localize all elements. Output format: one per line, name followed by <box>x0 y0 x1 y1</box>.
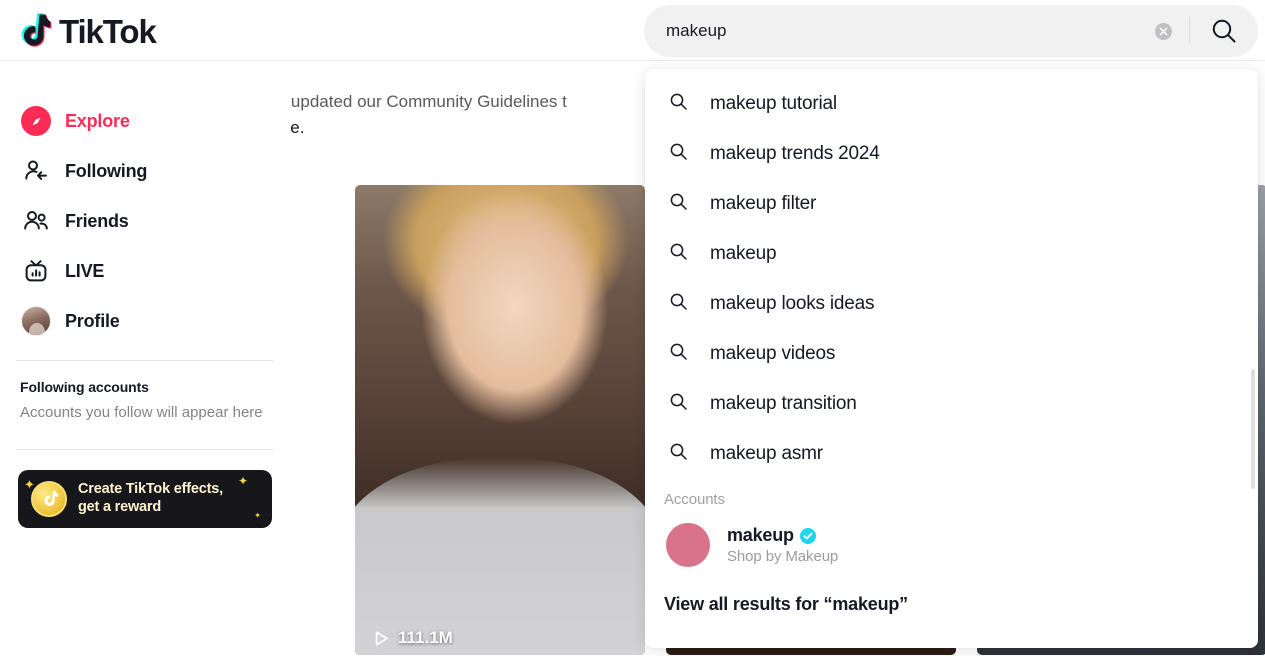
search-bar[interactable] <box>644 5 1258 57</box>
view-count-label: 111.1M <box>398 628 453 647</box>
suggestion-row[interactable]: makeup trends 2024 <box>645 129 1258 179</box>
account-name: makeup <box>727 525 794 545</box>
search-icon <box>669 92 688 116</box>
suggestion-text: makeup trends 2024 <box>710 143 880 164</box>
sidebar-item-profile[interactable]: Profile <box>16 296 274 346</box>
sidebar-item-explore[interactable]: Explore <box>16 96 274 146</box>
suggestion-row[interactable]: makeup asmr <box>645 429 1258 479</box>
sparkle-icon: ✦ <box>24 476 35 492</box>
sidebar-item-following[interactable]: Following <box>16 146 274 196</box>
suggestion-text: makeup transition <box>710 393 857 414</box>
suggestion-row[interactable]: makeup videos <box>645 329 1258 379</box>
verified-badge-icon <box>799 527 816 544</box>
sidebar-label-following: Following <box>65 160 148 181</box>
video-card[interactable]: 111.1M <box>355 185 645 656</box>
following-accounts-title: Following accounts <box>20 379 149 395</box>
search-icon <box>669 392 688 416</box>
live-tv-icon <box>20 255 52 287</box>
suggestion-text: makeup tutorial <box>710 93 837 114</box>
video-thumbnail[interactable] <box>355 185 645 655</box>
suggestion-text: makeup videos <box>710 343 836 364</box>
following-accounts-section: Following accounts Accounts you follow w… <box>16 361 274 423</box>
sidebar-label-explore: Explore <box>65 110 130 131</box>
banner-line-1: We updated our Community Guidelines t <box>261 92 567 111</box>
tiktok-page: TikTok makeup Explore Following Friends … <box>0 0 1265 656</box>
suggestion-text: makeup filter <box>710 193 817 214</box>
search-icon <box>669 342 688 366</box>
promo-line-1: Create TikTok effects, <box>78 481 223 498</box>
suggestion-row[interactable]: makeup <box>645 229 1258 279</box>
search-icon <box>669 242 688 266</box>
account-suggestion-row[interactable]: makeup Shop by Makeup <box>645 514 1258 576</box>
two-people-icon <box>20 205 52 237</box>
search-input[interactable] <box>644 5 1155 57</box>
suggestion-row[interactable]: makeup filter <box>645 179 1258 229</box>
sidebar-item-live[interactable]: LIVE <box>16 246 274 296</box>
suggestion-row[interactable]: makeup transition <box>645 379 1258 429</box>
sidebar-divider-2 <box>16 448 274 450</box>
sparkle-icon: ✦ <box>237 473 248 488</box>
compass-icon <box>20 105 52 137</box>
play-triangle-icon <box>375 630 388 646</box>
clear-search-icon[interactable] <box>1155 22 1172 40</box>
search-icon <box>669 292 688 316</box>
view-all-results-link[interactable]: View all results for “makeup” <box>645 576 1258 615</box>
search-icon <box>669 442 688 466</box>
account-subtitle: Shop by Makeup <box>727 548 839 565</box>
tiktok-coin-icon <box>31 480 67 517</box>
search-icon <box>669 142 688 166</box>
sparkle-icon: ✦ <box>254 510 261 520</box>
tiktok-note-icon <box>14 10 56 52</box>
suggestion-row[interactable]: makeup tutorial <box>645 79 1258 129</box>
search-suggestions-dropdown: makeup tutorial makeup trends 2024 makeup … <box>645 69 1258 648</box>
left-sidebar: Explore Following Friends LIVE Profile F… <box>0 61 290 656</box>
suggestion-list: makeup tutorial makeup trends 2024 makeup … <box>645 79 1258 479</box>
search-submit-button[interactable] <box>1190 5 1258 57</box>
profile-avatar-icon <box>20 305 52 337</box>
tiktok-logo[interactable]: TikTok <box>14 9 157 53</box>
suggestion-text: makeup asmr <box>710 443 823 464</box>
account-info: makeup Shop by Makeup <box>727 525 838 565</box>
sidebar-label-profile: Profile <box>65 310 120 331</box>
top-header: TikTok <box>0 0 1265 61</box>
account-avatar <box>666 523 710 567</box>
sidebar-item-friends[interactable]: Friends <box>16 196 274 246</box>
accounts-section-label: Accounts <box>664 491 725 508</box>
account-name-line: makeup <box>727 525 838 546</box>
create-effects-promo-card[interactable]: ✦ ✦ ✦ Create TikTok effects, get a rewar… <box>18 469 272 528</box>
tiktok-wordmark: TikTok <box>59 12 157 50</box>
suggestion-text: makeup looks ideas <box>710 293 875 314</box>
dropdown-scrollbar[interactable] <box>1251 369 1255 489</box>
search-icon <box>669 192 688 216</box>
promo-text: Create TikTok effects, get a reward <box>78 481 223 516</box>
suggestion-text: makeup <box>710 243 777 264</box>
person-arrow-icon <box>20 155 52 187</box>
following-accounts-empty-text: Accounts you follow will appear here <box>20 404 263 421</box>
magnifier-icon <box>1212 19 1236 43</box>
sidebar-label-friends: Friends <box>65 210 129 231</box>
suggestion-row[interactable]: makeup looks ideas <box>645 279 1258 329</box>
video-view-count: 111.1M <box>373 628 453 648</box>
promo-line-2: get a reward <box>78 498 162 515</box>
sidebar-label-live: LIVE <box>65 260 105 281</box>
